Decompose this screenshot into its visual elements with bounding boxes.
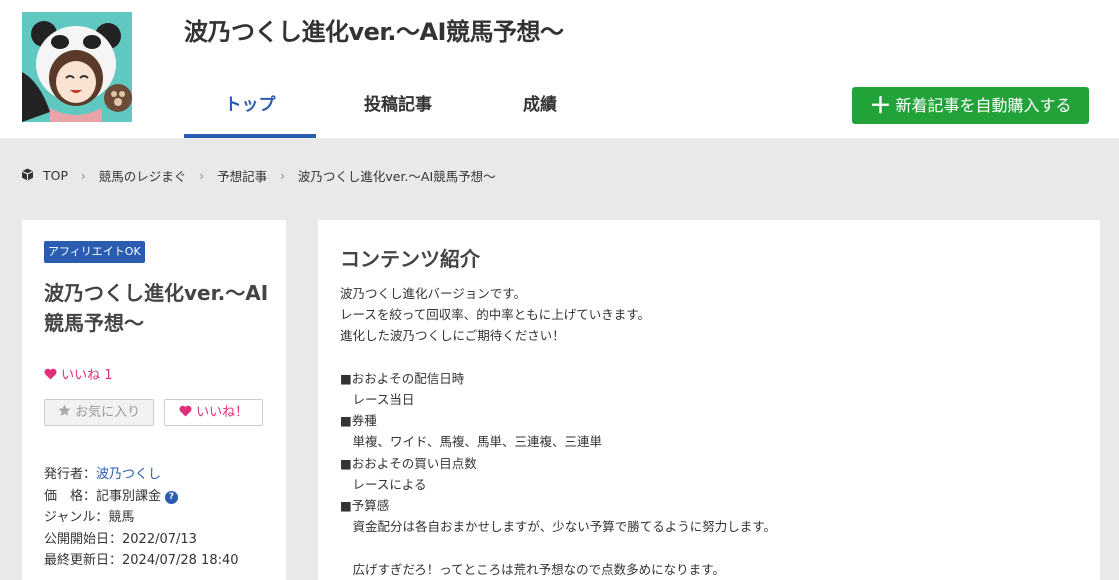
price-value: 記事別課金 [96,488,162,504]
genre-row: ジャンル：競馬 [44,510,135,525]
content-intro-heading: コンテンツ紹介 [340,247,480,271]
chevron-right-icon: › [80,168,86,183]
breadcrumb-top-link[interactable]: TOP [43,168,68,183]
publisher-link[interactable]: 波乃つくし [96,467,161,482]
like-button[interactable]: いいね！ [164,399,263,426]
auto-buy-label: 新着記事を自動購入する [895,96,1072,115]
breadcrumb-current: 波乃つくし進化ver.〜AI競馬予想〜 [297,169,496,184]
star-icon [58,404,75,420]
like-label: いいね！ [196,405,249,420]
site-title: 波乃つくし進化ver.〜AI競馬予想〜 [184,18,564,46]
price-row: 価 格：記事別課金? [44,486,239,508]
site-header: 波乃つくし進化ver.〜AI競馬予想〜 トップ 投稿記事 成績 ＋新着記事を自動… [0,0,1119,138]
avatar[interactable] [22,12,132,122]
question-icon[interactable]: ? [165,490,179,504]
magazine-info-panel: アフィリエイトOK 波乃つくし進化ver.〜AI競馬予想〜 いいね 1 お気に入… [22,220,286,580]
favorite-label: お気に入り [75,405,141,420]
chevron-right-icon: › [280,168,285,183]
start-date-row: 公開開始日：2022/07/13 [44,531,197,547]
tab-top[interactable]: トップ [184,86,316,138]
breadcrumb-prediction-link[interactable]: 予想記事 [217,166,267,185]
publisher-label: 発行者： [44,467,97,482]
favorite-button[interactable]: お気に入り [44,399,154,426]
chevron-right-icon: › [199,168,205,183]
panda-girl-avatar-image [22,12,132,122]
magazine-title: 波乃つくし進化ver.〜AI競馬予想〜 [44,281,269,335]
publisher-row: 発行者：波乃つくし [44,464,239,486]
likes-count: いいね 1 [44,364,113,383]
likes-label: いいね [61,368,101,383]
heart-icon [44,368,61,383]
tab-top-label: トップ [224,95,276,115]
tab-results-label: 成績 [523,95,557,115]
affiliate-badge: アフィリエイトOK [44,241,145,263]
likes-number: 1 [104,368,113,383]
breadcrumb: TOP › 競馬のレジまぐ › 予想記事 › 波乃つくし進化ver.〜AI競馬予… [21,166,496,184]
content-intro-panel: コンテンツ紹介 波乃つくし進化バージョンです。 レースを絞って回収率、的中率とも… [318,220,1100,580]
cube-icon [21,168,34,184]
heart-icon [179,405,196,420]
tab-results[interactable]: 成績 [490,86,590,138]
plus-icon: ＋ [869,94,892,119]
content-intro-body: 波乃つくし進化バージョンです。 レースを絞って回収率、的中率ともに上げていきます… [340,286,777,577]
auto-buy-button[interactable]: ＋新着記事を自動購入する [852,87,1089,124]
tab-posts[interactable]: 投稿記事 [340,86,456,138]
tab-posts-label: 投稿記事 [364,95,432,115]
magazine-meta: 発行者：波乃つくし 価 格：記事別課金? ジャンル：競馬 公開開始日：2022/… [44,464,239,572]
updated-row: 最終更新日：2024/07/28 18:40 [44,553,239,568]
price-label: 価 格： [44,488,97,504]
breadcrumb-keiba-link[interactable]: 競馬のレジまぐ [99,166,187,185]
